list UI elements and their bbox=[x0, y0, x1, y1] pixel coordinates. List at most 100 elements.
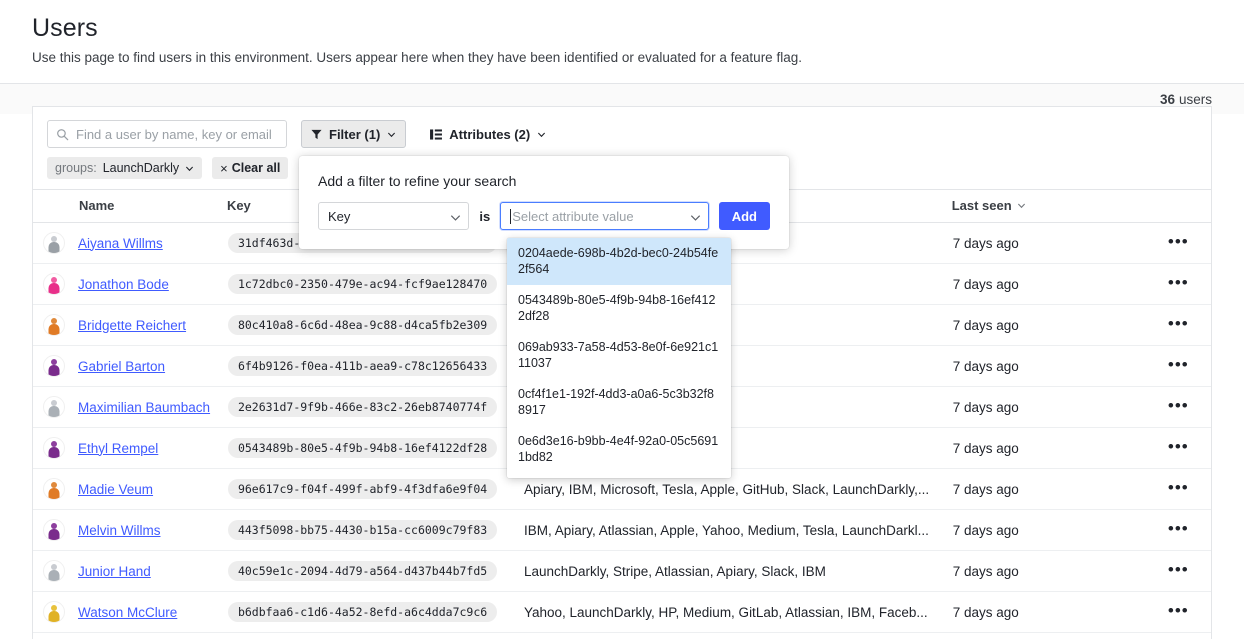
user-name-link[interactable]: Watson McClure bbox=[78, 605, 177, 620]
row-overflow-menu-button[interactable]: ••• bbox=[1147, 479, 1210, 499]
last-seen-value: 7 days ago bbox=[953, 482, 1019, 497]
page-subtitle: Use this page to find users in this envi… bbox=[32, 50, 1212, 65]
attribute-value-options[interactable]: 0204aede-698b-4b2d-bec0-24b54fe2f5640543… bbox=[507, 238, 731, 478]
attribute-select-value: Key bbox=[328, 209, 350, 224]
row-overflow-menu-button[interactable]: ••• bbox=[1147, 397, 1210, 417]
attribute-value-option[interactable]: 0204aede-698b-4b2d-bec0-24b54fe2f564 bbox=[507, 238, 731, 285]
user-name-link[interactable]: Maximilian Baumbach bbox=[78, 400, 210, 415]
user-attributes: Yahoo, LaunchDarkly, HP, Medium, GitLab,… bbox=[524, 605, 951, 620]
attribute-value-option[interactable]: 0cf4f1e1-192f-4dd3-a0a6-5c3b32f88917 bbox=[507, 379, 731, 426]
user-key: 443f5098-bb75-4430-b15a-cc6009c79f83 bbox=[228, 520, 497, 540]
cell-key: 0543489b-80e5-4f9b-94b8-16ef4122df28 bbox=[227, 428, 523, 469]
cell-last-seen: 7 days ago bbox=[952, 510, 1146, 551]
attribute-value-option[interactable]: 127e6323-6528-4dd9-a814- bbox=[507, 473, 731, 478]
cell-name: Ethyl Rempel bbox=[33, 428, 227, 469]
column-header-last-seen-label: Last seen bbox=[952, 198, 1012, 213]
cell-actions: ••• bbox=[1146, 469, 1211, 510]
column-header-last-seen[interactable]: Last seen bbox=[952, 190, 1146, 223]
user-name-link[interactable]: Madie Veum bbox=[78, 482, 153, 497]
row-overflow-menu-button[interactable]: ••• bbox=[1147, 520, 1210, 540]
avatar bbox=[43, 396, 65, 418]
user-key: b6dbfaa6-c1d6-4a52-8efd-a6c4dda7c9c6 bbox=[228, 602, 497, 622]
attributes-button[interactable]: Attributes (2) bbox=[420, 120, 556, 148]
row-overflow-menu-button[interactable]: ••• bbox=[1147, 274, 1210, 294]
filter-button[interactable]: Filter (1) bbox=[301, 120, 406, 148]
cell-actions: ••• bbox=[1146, 428, 1211, 469]
attribute-value-option[interactable]: 0e6d3e16-b9bb-4e4f-92a0-05c56911bd82 bbox=[507, 426, 731, 473]
cell-key: 6f4b9126-f0ea-411b-aea9-c78c12656433 bbox=[227, 346, 523, 387]
avatar bbox=[43, 437, 65, 459]
chevron-down-icon bbox=[537, 130, 546, 139]
text-cursor bbox=[510, 209, 511, 224]
cell-name: Maximilian Baumbach bbox=[33, 387, 227, 428]
cell-name: Melvin Willms bbox=[33, 510, 227, 551]
column-header-name[interactable]: Name bbox=[33, 190, 227, 223]
filter-chip-key: groups: bbox=[55, 161, 97, 175]
user-name-link[interactable]: Junior Hand bbox=[78, 564, 151, 579]
filter-chip-groups[interactable]: groups: LaunchDarkly bbox=[47, 157, 202, 179]
avatar bbox=[43, 232, 65, 254]
cell-actions: ••• bbox=[1146, 305, 1211, 346]
avatar bbox=[43, 355, 65, 377]
cell-attributes: LaunchDarkly, Stripe, Atlassian, Apiary,… bbox=[523, 551, 952, 592]
row-overflow-menu-button[interactable]: ••• bbox=[1147, 356, 1210, 376]
cell-last-seen: 7 days ago bbox=[952, 387, 1146, 428]
sort-last-seen[interactable]: Last seen bbox=[952, 198, 1026, 213]
cell-key: 1c72dbc0-2350-479e-ac94-fcf9ae128470 bbox=[227, 264, 523, 305]
cell-key: 2e2631d7-9f9b-466e-83c2-26eb8740774f bbox=[227, 387, 523, 428]
attribute-value-placeholder: Select attribute value bbox=[512, 209, 633, 224]
cell-name: Gabriel Barton bbox=[33, 346, 227, 387]
chevron-down-icon bbox=[387, 130, 396, 139]
row-overflow-menu-button[interactable]: ••• bbox=[1147, 438, 1210, 458]
cell-last-seen: 7 days ago bbox=[952, 551, 1146, 592]
cell-actions: ••• bbox=[1146, 346, 1211, 387]
user-attributes: IBM, Apiary, Atlassian, Apple, Yahoo, Me… bbox=[524, 523, 951, 538]
attribute-value-option[interactable]: 0543489b-80e5-4f9b-94b8-16ef4122df28 bbox=[507, 285, 731, 332]
funnel-icon bbox=[311, 129, 322, 140]
cell-name: Bridgette Reichert bbox=[33, 305, 227, 346]
cell-actions: ••• bbox=[1146, 264, 1211, 305]
user-attributes: LaunchDarkly, Stripe, Atlassian, Apiary,… bbox=[524, 564, 951, 579]
last-seen-value: 7 days ago bbox=[953, 359, 1019, 374]
row-overflow-menu-button[interactable]: ••• bbox=[1147, 233, 1210, 253]
user-name-link[interactable]: Melvin Willms bbox=[78, 523, 161, 538]
row-overflow-menu-button[interactable]: ••• bbox=[1147, 315, 1210, 335]
user-key: 1c72dbc0-2350-479e-ac94-fcf9ae128470 bbox=[228, 274, 497, 294]
row-overflow-menu-button[interactable]: ••• bbox=[1147, 561, 1210, 581]
attribute-value-option[interactable]: 069ab933-7a58-4d53-8e0f-6e921c111037 bbox=[507, 332, 731, 379]
last-seen-value: 7 days ago bbox=[953, 523, 1019, 538]
user-key: 40c59e1c-2094-4d79-a564-d437b44b7fd5 bbox=[228, 561, 497, 581]
last-seen-value: 7 days ago bbox=[953, 605, 1019, 620]
add-filter-popover: Add a filter to refine your search Key i… bbox=[299, 156, 789, 249]
user-name-link[interactable]: Aiyana Willms bbox=[78, 236, 163, 251]
row-overflow-menu-button[interactable]: ••• bbox=[1147, 602, 1210, 622]
add-filter-button[interactable]: Add bbox=[719, 202, 770, 230]
user-name-link[interactable]: Jonathon Bode bbox=[78, 277, 169, 292]
cell-name: Madie Veum bbox=[33, 469, 227, 510]
clear-all-button[interactable]: × Clear all bbox=[212, 157, 288, 179]
cell-actions: ••• bbox=[1146, 592, 1211, 633]
cell-last-seen: 7 days ago bbox=[952, 305, 1146, 346]
last-seen-value: 7 days ago bbox=[953, 277, 1019, 292]
last-seen-value: 7 days ago bbox=[953, 564, 1019, 579]
attribute-select[interactable]: Key bbox=[318, 202, 469, 230]
user-attributes: Apiary, IBM, Microsoft, Tesla, Apple, Gi… bbox=[524, 482, 951, 497]
user-key: 6f4b9126-f0ea-411b-aea9-c78c12656433 bbox=[228, 356, 497, 376]
last-seen-value: 7 days ago bbox=[953, 441, 1019, 456]
attributes-button-label: Attributes (2) bbox=[449, 127, 530, 142]
cell-name: Jonathon Bode bbox=[33, 264, 227, 305]
user-name-link[interactable]: Ethyl Rempel bbox=[78, 441, 158, 456]
cell-last-seen: 7 days ago bbox=[952, 428, 1146, 469]
user-key: 0543489b-80e5-4f9b-94b8-16ef4122df28 bbox=[228, 438, 497, 458]
table-row: Junior Hand 40c59e1c-2094-4d79-a564-d437b… bbox=[33, 551, 1211, 592]
close-icon: × bbox=[220, 161, 228, 176]
last-seen-value: 7 days ago bbox=[953, 400, 1019, 415]
user-name-link[interactable]: Bridgette Reichert bbox=[78, 318, 186, 333]
user-count-label: users bbox=[1179, 92, 1212, 107]
search-input[interactable]: Find a user by name, key or email bbox=[47, 120, 287, 148]
table-row: Watson McClure b6dbfaa6-c1d6-4a52-8efd-a6… bbox=[33, 592, 1211, 633]
attribute-value-select[interactable]: Select attribute value bbox=[500, 202, 709, 230]
user-name-link[interactable]: Gabriel Barton bbox=[78, 359, 165, 374]
chevron-down-icon bbox=[1017, 201, 1026, 210]
cell-attributes: Yahoo, LaunchDarkly, HP, Medium, GitLab,… bbox=[523, 592, 952, 633]
